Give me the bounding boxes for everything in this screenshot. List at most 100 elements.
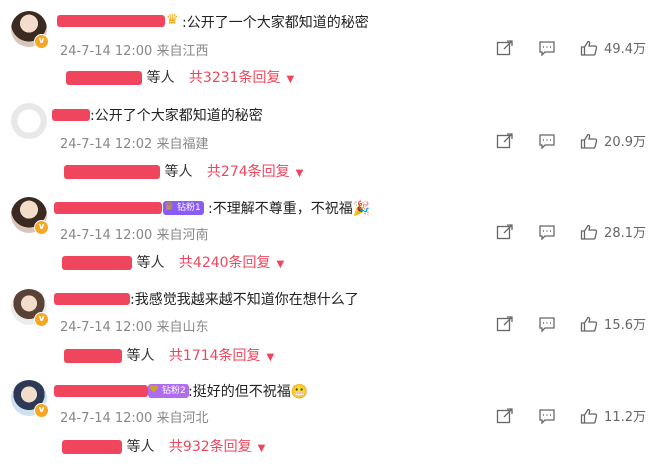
comment-text-body: :挺好的但不祝福 [188,384,291,400]
reply-suffix: 等人 [126,348,155,364]
comment-text: :公开了个大家都知道的秘密 [90,108,263,124]
caret-down-icon[interactable]: ▼ [267,352,275,363]
reply-count[interactable]: 共3231条回复 [189,70,281,86]
comment-item: v ♛ :公开了一个大家都知道的秘密 24-7-14 12:00 来自江西 49… [0,0,660,92]
username-redacted[interactable] [54,385,148,397]
comment-actions: 20.9万 [472,131,646,150]
comment-location: 来自福建 [156,137,209,152]
comment-actions: 11.2万 [472,406,646,425]
reply-suffix: 等人 [136,255,165,271]
verified-badge-icon: v [34,312,49,327]
avatar[interactable]: v [11,197,49,235]
reply-summary[interactable]: 等人 共274条回复 ▼ [64,161,303,181]
comment-icon[interactable] [538,316,556,332]
comment-meta: 24-7-14 12:02 来自福建 [60,133,209,152]
comment-icon[interactable] [538,408,556,424]
like-icon[interactable] [580,133,598,149]
crown-icon: ♛ [166,12,179,28]
comment-icon[interactable] [538,40,556,56]
reply-summary[interactable]: 等人 共1714条回复 ▼ [64,345,274,365]
comment-item: v ♥ 钻粉2 :挺好的但不祝福😬 24-7-14 12:00 来自河北 11.2… [0,370,660,462]
avatar[interactable]: v [11,380,49,418]
heart-crown-icon: ♥ [149,383,159,396]
reply-users-redacted [62,256,132,270]
reply-users-redacted [64,349,122,363]
like-count: 28.1万 [604,226,646,241]
username-redacted[interactable] [52,109,90,121]
username-redacted[interactable] [54,293,130,305]
reply-suffix: 等人 [146,70,175,86]
fan-badge: ♥ 钻粉2 [148,383,189,398]
comment-meta: 24-7-14 12:00 来自河北 [60,407,209,426]
like-count: 49.4万 [604,42,646,57]
comment-text: :公开了一个大家都知道的秘密 [182,15,369,31]
grimace-emoji-icon: 😬 [290,384,309,400]
comment-date: 24-7-14 12:02 [60,137,153,152]
comment-icon[interactable] [538,133,556,149]
reply-count[interactable]: 共4240条回复 [179,255,271,271]
like-icon[interactable] [580,408,598,424]
comment-location: 来自山东 [156,320,209,335]
like-icon[interactable] [580,40,598,56]
reply-users-redacted [64,165,160,179]
comment-meta: 24-7-14 12:00 来自山东 [60,316,209,335]
reply-count[interactable]: 共274条回复 [207,164,290,180]
verified-badge-icon: v [34,34,49,49]
fireworks-emoji-icon: 🎉 [352,201,371,217]
verified-badge-icon: v [34,220,49,235]
reply-summary[interactable]: 等人 共3231条回复 ▼ [66,67,294,87]
comment-location: 来自河南 [156,228,209,243]
comment-text: :我感觉我越来越不知道你在想什么了 [130,292,359,308]
caret-down-icon[interactable]: ▼ [296,168,304,179]
fan-badge-label: 钻粉1 [177,203,201,213]
reply-suffix: 等人 [164,164,193,180]
comment-actions: 15.6万 [472,314,646,333]
share-icon[interactable] [496,407,514,424]
avatar[interactable]: v [11,289,49,327]
reply-summary[interactable]: 等人 共932条回复 ▼ [62,436,265,456]
comment-date: 24-7-14 12:00 [60,44,153,59]
username-redacted[interactable] [57,15,165,27]
comment-actions: 28.1万 [472,222,646,241]
comment-date: 24-7-14 12:00 [60,320,153,335]
comment-actions: 49.4万 [472,38,646,57]
avatar[interactable] [11,103,47,139]
share-icon[interactable] [496,39,514,56]
share-icon[interactable] [496,315,514,332]
reply-summary[interactable]: 等人 共4240条回复 ▼ [62,252,284,272]
comment-item: :公开了个大家都知道的秘密 24-7-14 12:02 来自福建 20.9万 等… [0,92,660,184]
like-icon[interactable] [580,316,598,332]
like-icon[interactable] [580,224,598,240]
reply-count[interactable]: 共1714条回复 [169,348,261,364]
crown-icon: ♛ [164,200,174,213]
comment-text-body: :不理解不尊重，不祝福 [208,201,353,217]
caret-down-icon[interactable]: ▼ [277,259,285,270]
reply-suffix: 等人 [126,439,155,455]
comment-text: :不理解不尊重，不祝福🎉 [208,198,370,218]
share-icon[interactable] [496,223,514,240]
comment-meta: 24-7-14 12:00 来自江西 [60,40,209,59]
comment-date: 24-7-14 12:00 [60,411,153,426]
fan-badge: ♛ 钻粉1 [163,200,204,215]
caret-down-icon[interactable]: ▼ [287,74,295,85]
comment-icon[interactable] [538,224,556,240]
caret-down-icon[interactable]: ▼ [258,443,266,454]
reply-count[interactable]: 共932条回复 [169,439,252,455]
like-count: 15.6万 [604,318,646,333]
comment-meta: 24-7-14 12:00 来自河南 [60,224,209,243]
comment-text: :挺好的但不祝福😬 [188,381,308,401]
reply-users-redacted [62,440,122,454]
username-redacted[interactable] [54,202,162,214]
comment-item: v :我感觉我越来越不知道你在想什么了 24-7-14 12:00 来自山东 1… [0,276,660,368]
comment-item: v ♛ 钻粉1 :不理解不尊重，不祝福🎉 24-7-14 12:00 来自河南 2… [0,184,660,276]
share-icon[interactable] [496,132,514,149]
fan-badge-label: 钻粉2 [162,386,186,396]
reply-users-redacted [66,71,142,85]
like-count: 11.2万 [604,410,646,425]
comment-location: 来自江西 [156,44,209,59]
comment-date: 24-7-14 12:00 [60,228,153,243]
comment-location: 来自河北 [156,411,209,426]
avatar[interactable]: v [11,11,49,49]
verified-badge-icon: v [34,403,49,418]
like-count: 20.9万 [604,135,646,150]
